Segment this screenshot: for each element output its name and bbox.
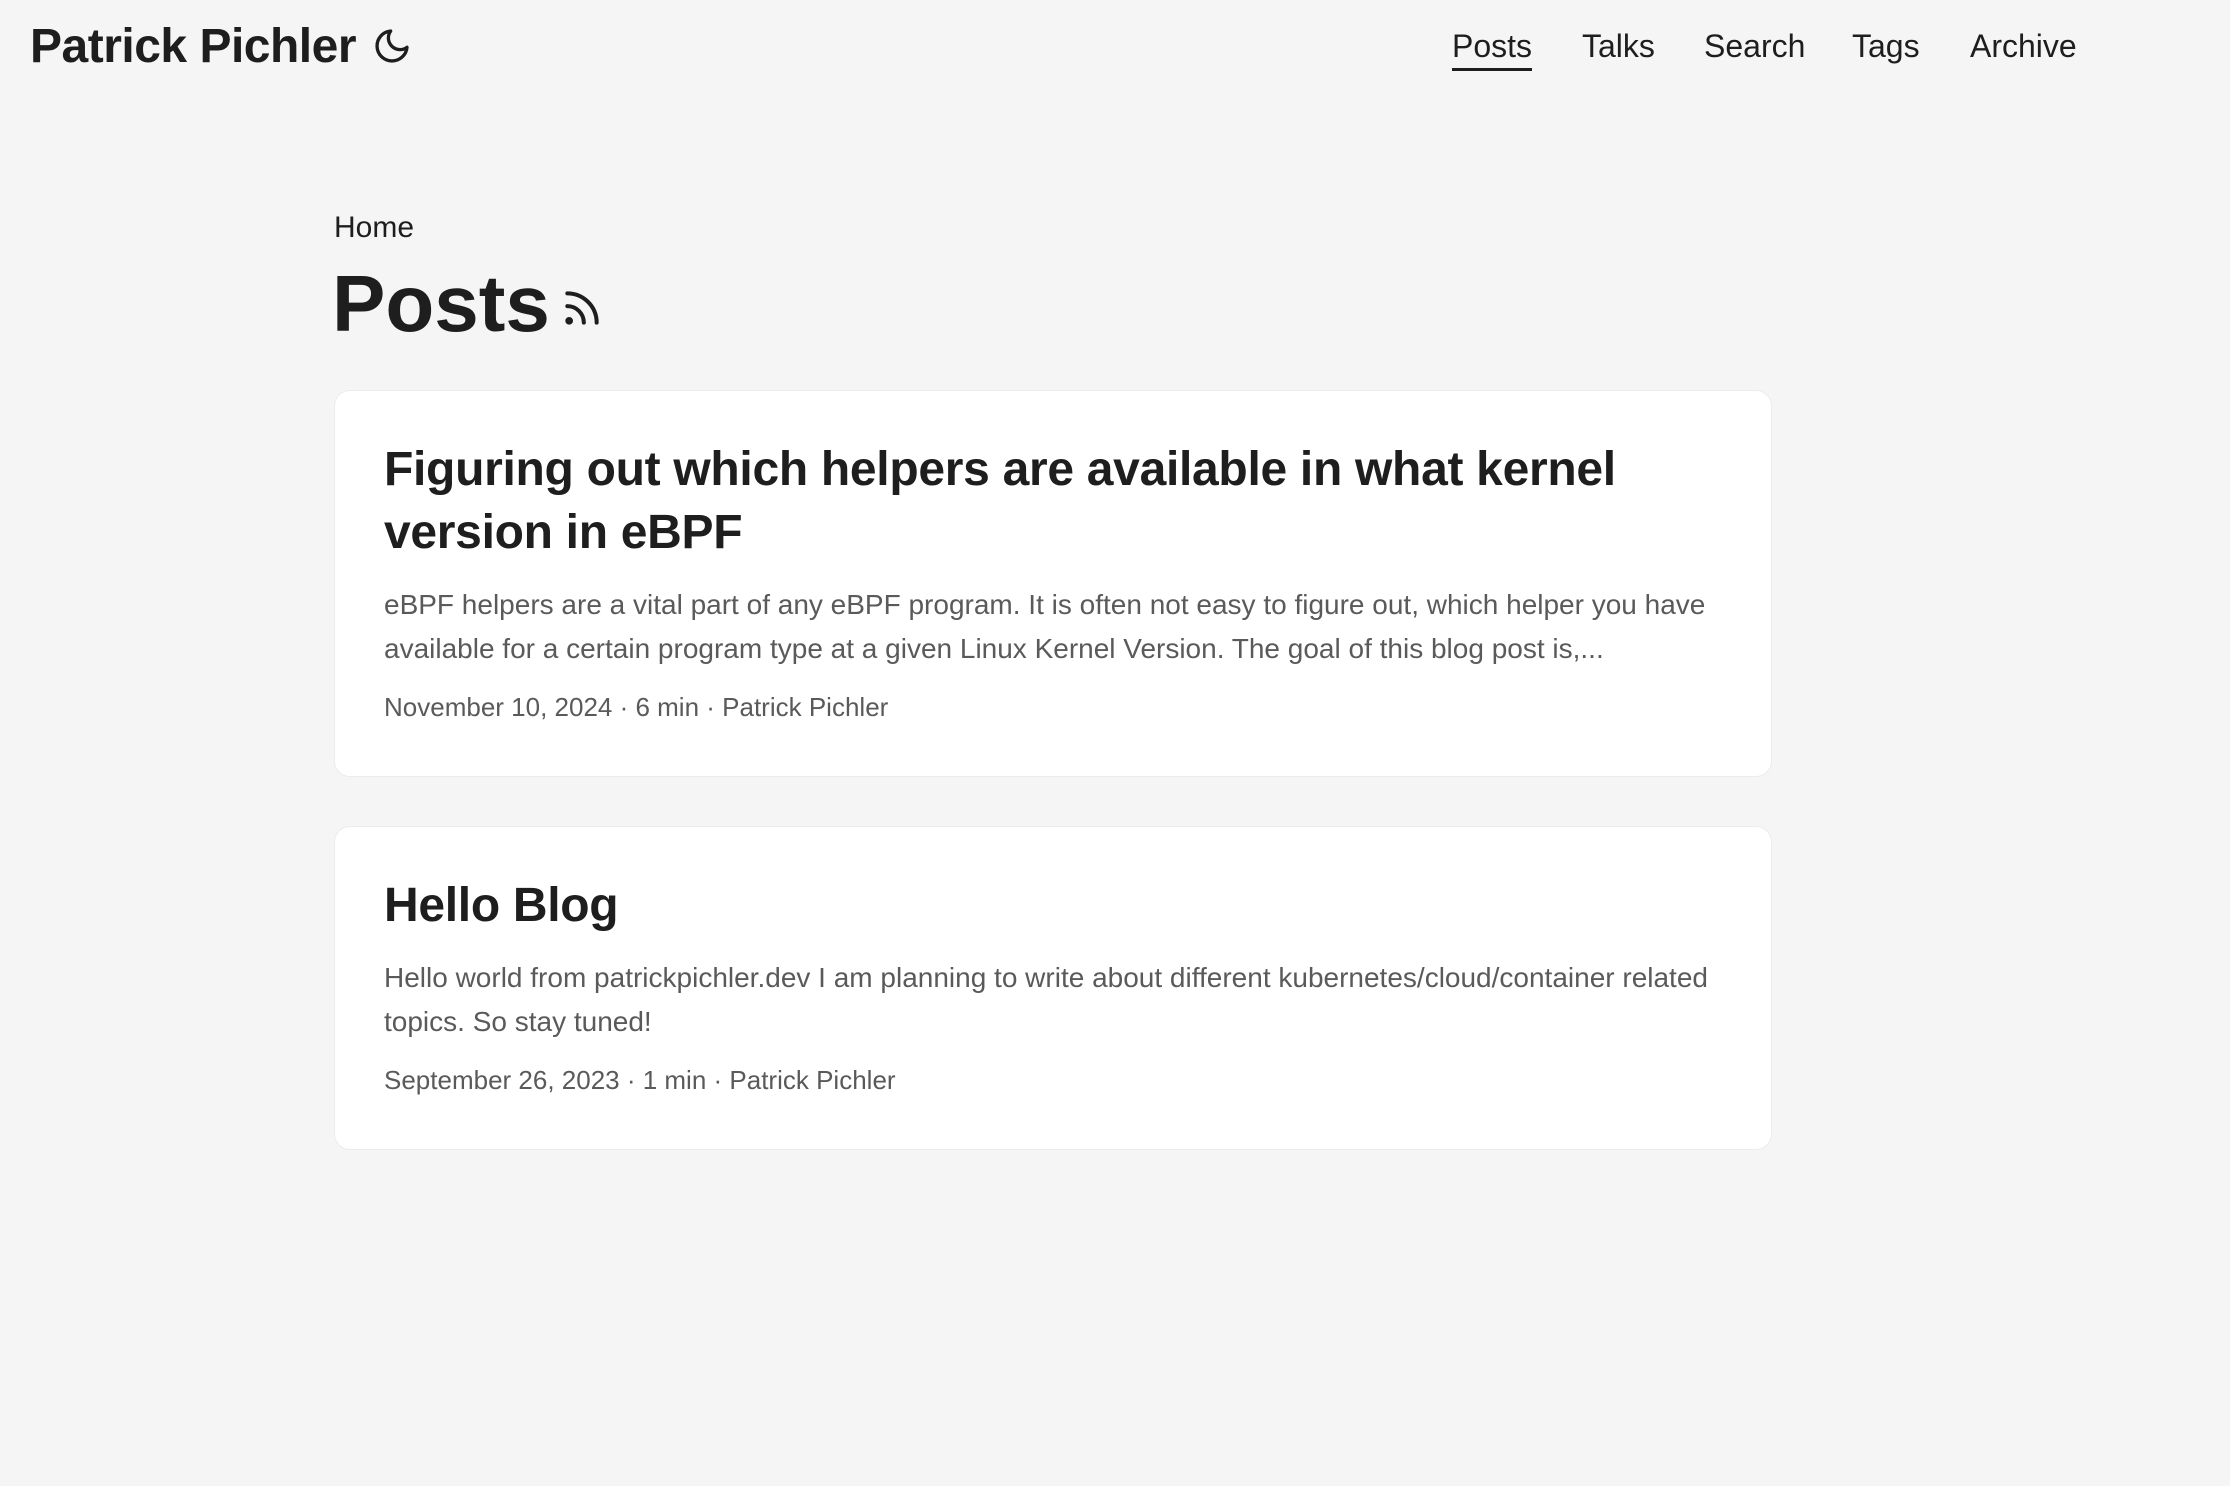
moon-icon[interactable] bbox=[372, 26, 412, 66]
post-meta: November 10, 2024 · 6 min · Patrick Pich… bbox=[384, 692, 889, 722]
breadcrumb-home[interactable]: Home bbox=[334, 206, 414, 250]
post-excerpt: Hello world from patrickpichler.dev I am… bbox=[384, 962, 1708, 1037]
nav-talks[interactable]: Talks bbox=[1582, 24, 1655, 68]
post-title: Figuring out which helpers are available… bbox=[384, 443, 1616, 559]
nav-archive[interactable]: Archive bbox=[1970, 24, 2077, 68]
nav-search[interactable]: Search bbox=[1704, 24, 1805, 68]
post-meta: September 26, 2023 · 1 min · Patrick Pic… bbox=[384, 1065, 896, 1095]
nav-tags[interactable]: Tags bbox=[1852, 24, 1920, 68]
post-card[interactable]: Figuring out which helpers are available… bbox=[334, 390, 1772, 777]
rss-icon[interactable] bbox=[560, 286, 604, 330]
post-excerpt: eBPF helpers are a vital part of any eBP… bbox=[384, 589, 1706, 664]
post-title: Hello Blog bbox=[384, 879, 619, 932]
page-title: Posts bbox=[332, 259, 550, 348]
post-card[interactable]: Hello Blog Hello world from patrickpichl… bbox=[334, 826, 1772, 1150]
site-header: Patrick Pichler Posts Talks Search Tags … bbox=[0, 0, 2230, 95]
nav-posts[interactable]: Posts bbox=[1452, 24, 1533, 71]
site-title-link[interactable]: Patrick Pichler bbox=[30, 18, 357, 76]
